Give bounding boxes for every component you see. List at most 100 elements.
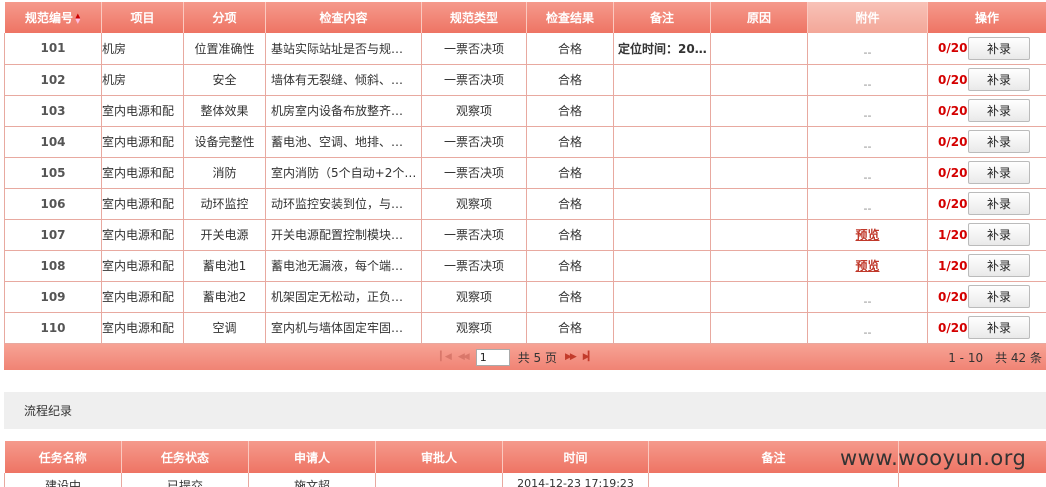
col-header-type[interactable]: 规范类型 (421, 2, 527, 33)
col-header-actions: 操作 (927, 2, 1046, 33)
row-subitem: 动环监控 (183, 188, 266, 220)
supplement-button[interactable]: 补录 (968, 161, 1030, 184)
col-header-result[interactable]: 检查结果 (526, 2, 614, 33)
row-attachment: -- (807, 126, 928, 158)
prev-page-icon[interactable]: ◀◀ (458, 352, 470, 362)
table-row: 102 机房 安全 墙体有无裂缝、倾斜、… 一票否决项 合格 -- 0/20 补录 (4, 64, 1046, 96)
row-content: 室内消防（5个自动+2个… (265, 157, 422, 189)
page-number-input[interactable]: 1 (475, 348, 510, 366)
row-reason (710, 188, 808, 220)
preview-link[interactable]: 预览 (855, 259, 879, 273)
row-content: 机架固定无松动，正负… (265, 281, 422, 313)
supplement-button[interactable]: 补录 (968, 99, 1030, 122)
first-page-icon[interactable]: ▎◀ (440, 352, 452, 362)
flow-task: 建设中 (4, 473, 122, 487)
row-project: 室内电源和配 (101, 312, 184, 344)
row-actions: 0/20 补录 (927, 157, 1046, 189)
supplement-button[interactable]: 补录 (968, 68, 1030, 91)
row-attachment: -- (807, 188, 928, 220)
row-attachment: 预览 (807, 219, 928, 251)
row-subitem: 设备完整性 (183, 126, 266, 158)
row-remark (613, 312, 711, 344)
flow-time: 2014-12-23 17:19:23 (502, 473, 649, 487)
flow-col-task: 任务名称 (4, 441, 122, 473)
row-result: 合格 (526, 188, 614, 220)
row-code: 110 (4, 312, 102, 344)
next-page-icon[interactable]: ▶▶ (565, 352, 577, 362)
row-result: 合格 (526, 95, 614, 127)
row-result: 合格 (526, 250, 614, 282)
row-actions: 0/20 补录 (927, 33, 1046, 65)
row-attachment: -- (807, 33, 928, 65)
last-page-icon[interactable]: ▶▎ (583, 352, 595, 362)
flow-table-body: 建设中 已提交 施文超 2014-12-23 17:19:23 (4, 473, 1046, 487)
row-actions: 0/20 补录 (927, 281, 1046, 313)
row-subitem: 位置准确性 (183, 33, 266, 65)
col-header-attachment[interactable]: 附件 (807, 2, 928, 33)
row-result: 合格 (526, 126, 614, 158)
row-type: 一票否决项 (421, 250, 527, 282)
col-header-reason[interactable]: 原因 (710, 2, 808, 33)
row-remark (613, 188, 711, 220)
attachment-count: 0/20 (938, 320, 968, 335)
supplement-button[interactable]: 补录 (968, 36, 1030, 60)
row-content: 墙体有无裂缝、倾斜、… (265, 64, 422, 96)
inspection-grid: 规范编号 ▲ ▼ 项目 分项 检查内容 规范类型 检查结果 备注 原因 附件 操作 … (4, 2, 1046, 344)
row-remark (613, 219, 711, 251)
row-remark (613, 64, 711, 96)
supplement-button[interactable]: 补录 (968, 316, 1030, 339)
row-actions: 0/20 补录 (927, 312, 1046, 344)
table-row: 104 室内电源和配 设备完整性 蓄电池、空调、地排、… 一票否决项 合格 -- 0/20 补录 (4, 126, 1046, 158)
pagination-nav: ▎◀ ◀◀ 1 共 5 页 ▶▶ ▶▎ (440, 344, 595, 370)
no-attachment: -- (863, 325, 872, 339)
flow-extra (898, 473, 1046, 487)
row-remark (613, 157, 711, 189)
row-type: 一票否决项 (421, 126, 527, 158)
no-attachment: -- (863, 294, 872, 308)
table-row: 107 室内电源和配 开关电源 开关电源配置控制模块… 一票否决项 合格 预览 1/20 补录 (4, 219, 1046, 251)
row-reason (710, 250, 808, 282)
col-header-project[interactable]: 项目 (101, 2, 184, 33)
supplement-button[interactable]: 补录 (968, 285, 1030, 308)
col-header-code[interactable]: 规范编号 ▲ ▼ (4, 2, 102, 33)
row-code: 102 (4, 64, 102, 96)
row-content: 蓄电池无漏液，每个端… (265, 250, 422, 282)
row-content: 室内机与墙体固定牢固… (265, 312, 422, 344)
row-attachment: -- (807, 312, 928, 344)
table-row: 101 机房 位置准确性 基站实际站址是否与规… 一票否决项 合格 定位时间：20… -- 0/… (4, 33, 1046, 65)
table-row: 110 室内电源和配 空调 室内机与墙体固定牢固… 观察项 合格 -- 0/20 补录 (4, 312, 1046, 344)
inspection-table-body: 101 机房 位置准确性 基站实际站址是否与规… 一票否决项 合格 定位时间：20… -- 0/… (4, 33, 1046, 344)
row-type: 观察项 (421, 188, 527, 220)
attachment-count: 0/20 (938, 72, 968, 87)
flow-status: 已提交 (121, 473, 249, 487)
row-type: 观察项 (421, 95, 527, 127)
row-result: 合格 (526, 219, 614, 251)
row-reason (710, 126, 808, 158)
supplement-button[interactable]: 补录 (968, 223, 1030, 246)
row-attachment: -- (807, 95, 928, 127)
sort-arrows-icon[interactable]: ▲ ▼ (75, 12, 80, 24)
row-type: 一票否决项 (421, 219, 527, 251)
row-remark (613, 95, 711, 127)
supplement-button[interactable]: 补录 (968, 192, 1030, 215)
flow-applicant: 施文超 (248, 473, 376, 487)
row-code: 107 (4, 219, 102, 251)
attachment-count: 0/20 (938, 41, 968, 56)
attachment-count: 0/20 (938, 134, 968, 149)
col-header-subitem[interactable]: 分项 (183, 2, 266, 33)
col-header-content[interactable]: 检查内容 (265, 2, 422, 33)
row-reason (710, 33, 808, 65)
row-content: 机房室内设备布放整齐… (265, 95, 422, 127)
row-subitem: 整体效果 (183, 95, 266, 127)
preview-link[interactable]: 预览 (855, 228, 879, 242)
no-attachment: -- (863, 77, 872, 91)
row-remark (613, 250, 711, 282)
attachment-count: 0/20 (938, 196, 968, 211)
col-header-remark[interactable]: 备注 (613, 2, 711, 33)
supplement-button[interactable]: 补录 (968, 130, 1030, 153)
attachment-count: 1/20 (938, 227, 968, 242)
row-reason (710, 64, 808, 96)
supplement-button[interactable]: 补录 (968, 254, 1030, 277)
row-project: 室内电源和配 (101, 219, 184, 251)
row-code: 104 (4, 126, 102, 158)
